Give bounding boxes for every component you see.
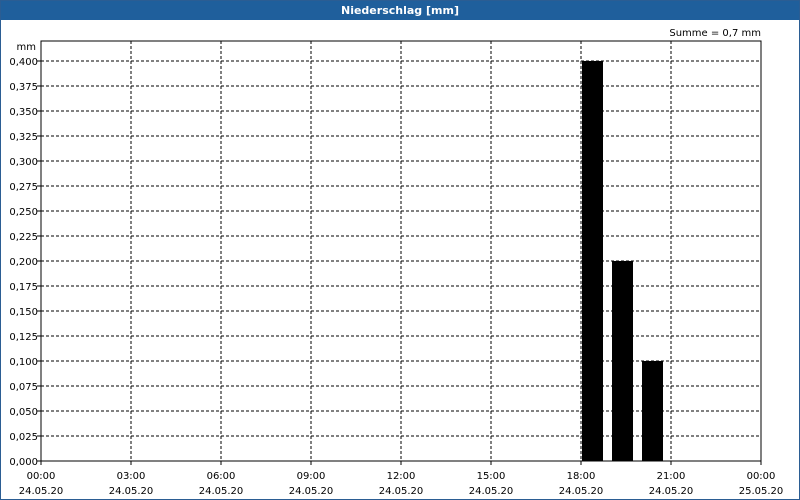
y-tick-label: 0,125 bbox=[9, 332, 38, 343]
y-tick-label: 0,150 bbox=[9, 307, 38, 318]
x-tick-date: 24.05.20 bbox=[199, 486, 244, 497]
x-tick-date: 24.05.20 bbox=[559, 486, 604, 497]
y-tick-label: 0,300 bbox=[9, 157, 38, 168]
x-tick-time: 09:00 bbox=[297, 471, 326, 482]
y-tick-label: 0,400 bbox=[9, 57, 38, 68]
y-tick-label: 0,175 bbox=[9, 282, 38, 293]
y-tick-label: 0,275 bbox=[9, 182, 38, 193]
x-tick-date: 24.05.20 bbox=[649, 486, 694, 497]
y-tick-labels: 0,000 0,025 0,050 0,075 0,100 0,125 0,150 0,175… bbox=[9, 57, 41, 468]
x-tick-time: 18:00 bbox=[567, 471, 596, 482]
x-tick-time: 03:00 bbox=[117, 471, 146, 482]
bar bbox=[642, 361, 663, 461]
y-tick-label: 0,050 bbox=[9, 407, 38, 418]
y-axis-label: mm bbox=[17, 42, 36, 53]
y-tick-label: 0,100 bbox=[9, 357, 38, 368]
x-tick-date: 24.05.20 bbox=[379, 486, 424, 497]
bar bbox=[612, 261, 633, 461]
x-tick-date: 24.05.20 bbox=[469, 486, 514, 497]
y-tick-label: 0,000 bbox=[9, 457, 38, 468]
y-tick-label: 0,350 bbox=[9, 107, 38, 118]
y-tick-label: 0,250 bbox=[9, 207, 38, 218]
y-tick-label: 0,200 bbox=[9, 257, 38, 268]
y-tick-label: 0,325 bbox=[9, 132, 38, 143]
x-tick-time: 00:00 bbox=[27, 471, 56, 482]
x-tick-time: 12:00 bbox=[387, 471, 416, 482]
x-tick-date: 24.05.20 bbox=[289, 486, 334, 497]
x-tick-time: 06:00 bbox=[207, 471, 236, 482]
x-tick-date: 24.05.20 bbox=[19, 486, 64, 497]
bar-series bbox=[582, 61, 663, 461]
x-tick-time: 15:00 bbox=[477, 471, 506, 482]
sum-annotation: Summe = 0,7 mm bbox=[669, 28, 761, 39]
y-tick-label: 0,075 bbox=[9, 382, 38, 393]
chart-canvas: mm Summe = 0,7 mm 0,0000,0250,0500,0750,… bbox=[9, 28, 784, 497]
x-tick-date: 25.05.20 bbox=[739, 486, 784, 497]
bar bbox=[582, 61, 603, 461]
y-tick-label: 0,375 bbox=[9, 82, 38, 93]
y-tick-label: 0,225 bbox=[9, 232, 38, 243]
x-tick-time: 00:00 bbox=[747, 471, 776, 482]
x-tick-labels: 00:00 24.05.20 03:00 24.05.20 06:00 24.05.20 0… bbox=[19, 461, 784, 497]
x-tick-date: 24.05.20 bbox=[109, 486, 154, 497]
y-tick-label: 0,025 bbox=[9, 432, 38, 443]
x-tick-time: 21:00 bbox=[657, 471, 686, 482]
